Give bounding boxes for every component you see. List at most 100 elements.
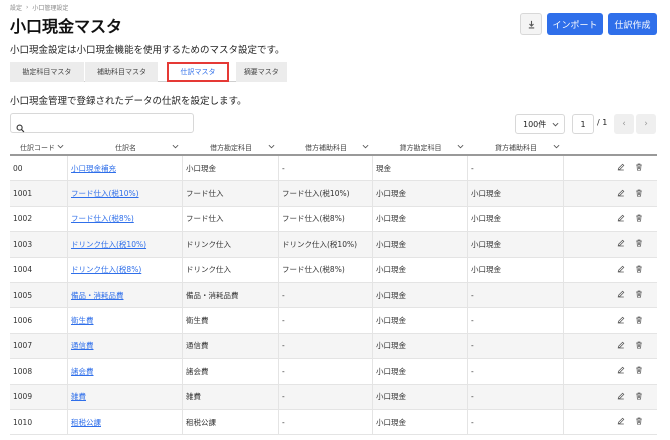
delete-button[interactable] [635, 163, 643, 173]
delete-button[interactable] [635, 366, 643, 376]
journal-name-link[interactable]: 衛生費 [71, 315, 94, 326]
chevron-down-icon [57, 143, 64, 151]
cell-debit-account: 租税公課 [183, 409, 279, 435]
column-header-name[interactable]: 仕訳名 [68, 139, 183, 156]
prev-page-button[interactable]: ‹ [614, 114, 634, 134]
cell-credit-account: 小口現金 [373, 308, 468, 333]
cell-credit-sub: - [468, 156, 564, 181]
cell-actions [564, 283, 657, 307]
column-header-debit-account[interactable]: 借方勘定科目 [183, 139, 279, 156]
cell-credit-sub-text: 小口現金 [471, 189, 501, 199]
pencil-icon [617, 214, 625, 222]
cell-code: 1007 [10, 333, 68, 359]
edit-button[interactable] [617, 265, 625, 275]
tab-journal-master[interactable]: 仕訳マスタ [167, 62, 229, 82]
tab-sub-account-master[interactable]: 補助科目マスタ [84, 62, 159, 82]
delete-button[interactable] [635, 239, 643, 249]
cell-debit-sub: - [279, 308, 373, 333]
cell-credit-account-text: 小口現金 [376, 316, 406, 326]
cell-credit-account: 小口現金 [373, 282, 468, 308]
edit-button[interactable] [617, 366, 625, 376]
search-input[interactable] [10, 113, 194, 133]
journal-name-link[interactable]: フード仕入(税10%) [71, 188, 139, 199]
table-row: 1002 フード仕入(税8%) フード仕入 フード仕入(税8%) 小口現金 小口現金 [10, 206, 657, 233]
trash-icon [636, 290, 642, 298]
cell-credit-sub: 小口現金 [468, 257, 564, 282]
pencil-icon [617, 240, 625, 247]
chevron-down-icon [552, 122, 559, 126]
cell-code-text: 1002 [13, 214, 33, 224]
edit-button[interactable] [617, 239, 625, 249]
cell-debit-account-text: フード仕入 [186, 189, 224, 199]
next-page-button[interactable]: › [636, 114, 656, 134]
journal-name-link[interactable]: 租税公課 [71, 417, 101, 428]
cell-debit-sub: - [279, 409, 373, 435]
cell-actions [564, 181, 657, 205]
column-header-code[interactable]: 仕訳コード [10, 139, 68, 156]
trash-icon [636, 417, 642, 425]
cell-credit-account: 小口現金 [373, 257, 468, 282]
table-row: 1001 フード仕入(税10%) フード仕入 フード仕入(税10%) 小口現金 小口現金 [10, 181, 657, 207]
column-header-credit-account[interactable]: 貸方勘定科目 [373, 139, 468, 156]
pencil-icon [617, 367, 625, 374]
column-header-credit-sub[interactable]: 貸方補助科目 [468, 139, 564, 156]
journal-name-link[interactable]: 雑費 [71, 391, 86, 402]
journal-name-link[interactable]: 備品・消耗品費 [71, 290, 124, 301]
cell-credit-account: 小口現金 [373, 333, 468, 359]
create-journal-button[interactable]: 仕訳作成 [608, 13, 657, 35]
delete-button[interactable] [635, 214, 643, 224]
edit-button[interactable] [617, 316, 625, 326]
cell-credit-sub-text: - [471, 290, 474, 300]
cell-debit-account: 小口現金 [183, 156, 279, 181]
delete-button[interactable] [635, 417, 643, 427]
cell-debit-sub-text: - [282, 163, 285, 173]
edit-button[interactable] [617, 392, 625, 402]
cell-actions [564, 156, 657, 180]
pencil-icon [617, 290, 625, 298]
cell-credit-account: 小口現金 [373, 359, 468, 384]
journal-name-link[interactable]: フード仕入(税8%) [71, 213, 134, 224]
section-description: 小口現金管理で登録されたデータの仕訳を設定します。 [10, 96, 247, 107]
per-page-select[interactable]: 100件 [515, 114, 565, 134]
breadcrumb-item-settings[interactable]: 設定 [10, 3, 22, 12]
edit-button[interactable] [617, 417, 625, 427]
cell-credit-sub-text: - [471, 316, 474, 326]
delete-button[interactable] [635, 265, 643, 275]
cell-credit-account-text: 小口現金 [376, 392, 406, 402]
delete-button[interactable] [635, 290, 643, 300]
journal-name-link[interactable]: ドリンク仕入(税10%) [71, 239, 146, 250]
pencil-icon [617, 265, 625, 273]
search-icon [16, 118, 25, 137]
delete-button[interactable] [635, 392, 643, 402]
trash-icon [636, 189, 642, 197]
tab-account-master[interactable]: 勘定科目マスタ [10, 62, 84, 82]
page-number-input[interactable]: 1 [572, 114, 594, 134]
journal-name-link[interactable]: 諸会費 [71, 366, 94, 377]
cell-name: 通信費 [68, 333, 183, 359]
cell-credit-sub: - [468, 333, 564, 359]
edit-button[interactable] [617, 214, 625, 224]
table-row: 1007 通信費 通信費 - 小口現金 - [10, 333, 657, 360]
cell-credit-sub-text: 小口現金 [471, 214, 501, 224]
cell-name: 雑費 [68, 384, 183, 409]
tab-summary-master[interactable]: 摘要マスタ [235, 62, 288, 82]
cell-debit-sub-text: - [282, 392, 285, 402]
delete-button[interactable] [635, 316, 643, 326]
breadcrumb-item-petty-cash-settings[interactable]: 小口管理設定 [32, 3, 68, 12]
cell-debit-sub: フード仕入(税8%) [279, 206, 373, 232]
edit-button[interactable] [617, 341, 625, 351]
cell-debit-account-text: 衛生費 [186, 316, 209, 326]
cell-actions [564, 334, 657, 358]
delete-button[interactable] [635, 341, 643, 351]
edit-button[interactable] [617, 189, 625, 199]
column-header-debit-sub[interactable]: 借方補助科目 [279, 139, 373, 156]
journal-name-link[interactable]: 小口現金補充 [71, 163, 116, 174]
download-button[interactable] [520, 13, 542, 35]
journal-name-link[interactable]: 通信費 [71, 340, 94, 351]
import-button[interactable]: インポート [547, 13, 603, 35]
edit-button[interactable] [617, 290, 625, 300]
edit-button[interactable] [617, 163, 625, 173]
journal-name-link[interactable]: ドリンク仕入(税8%) [71, 264, 141, 275]
delete-button[interactable] [635, 189, 643, 199]
master-tabs: 勘定科目マスタ 補助科目マスタ 仕訳マスタ 摘要マスタ [10, 62, 288, 82]
